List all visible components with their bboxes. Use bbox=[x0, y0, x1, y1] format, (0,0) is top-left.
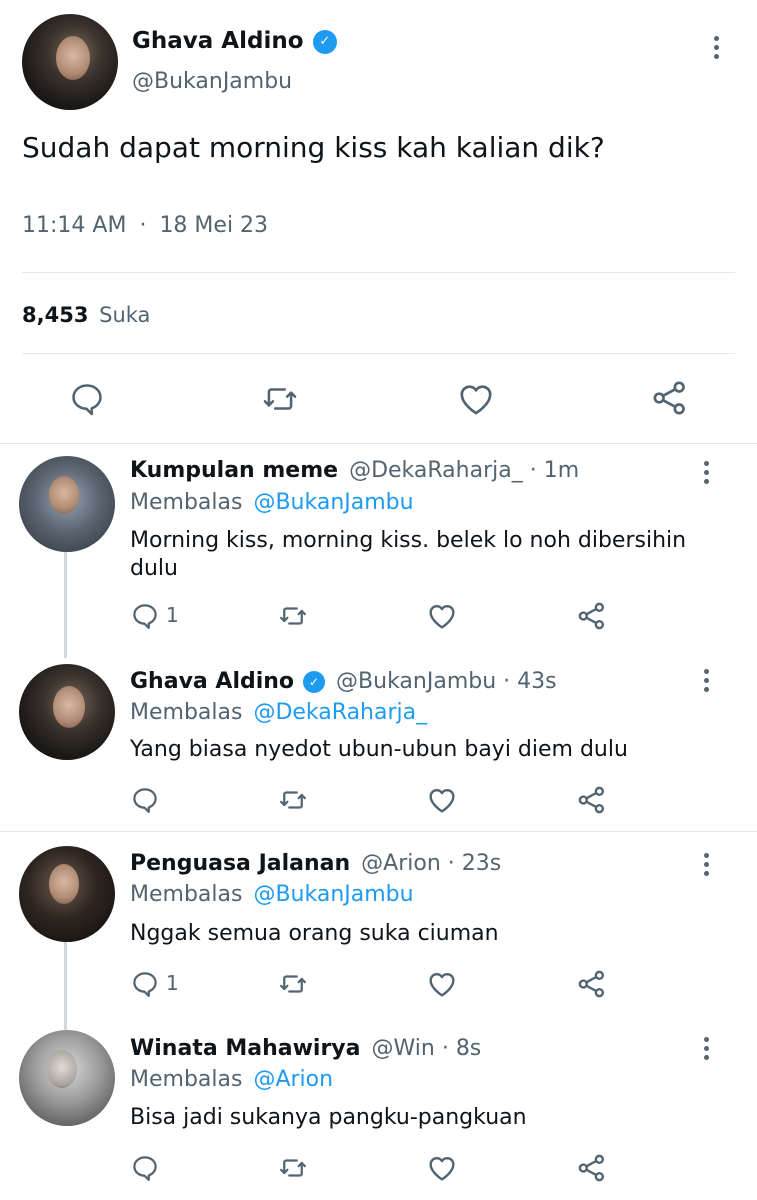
more-options-icon[interactable] bbox=[704, 1037, 710, 1064]
replying-label: Membalas bbox=[130, 490, 243, 515]
replying-to: Membalas @BukanJambu bbox=[130, 880, 414, 910]
more-options-icon[interactable] bbox=[714, 36, 720, 63]
reply-header: Penguasa Jalanan @Arion · 23s bbox=[130, 849, 501, 879]
replying-to: Membalas @BukanJambu bbox=[130, 488, 414, 518]
reply-icon[interactable] bbox=[130, 601, 160, 631]
divider bbox=[0, 443, 757, 444]
reply-author-handle[interactable]: @Win bbox=[371, 1036, 434, 1061]
reply-text: Nggak semua orang suka ciuman bbox=[130, 921, 499, 946]
reply-count: 1 bbox=[166, 603, 179, 627]
reply-author-name[interactable]: Penguasa Jalanan bbox=[130, 851, 350, 876]
share-icon[interactable] bbox=[576, 600, 608, 632]
author-handle[interactable]: @BukanJambu bbox=[132, 68, 292, 96]
share-icon[interactable] bbox=[650, 378, 690, 418]
likes-label: Suka bbox=[99, 303, 151, 327]
separator: · bbox=[139, 213, 147, 238]
retweet-icon[interactable] bbox=[277, 1153, 309, 1183]
more-options-icon[interactable] bbox=[704, 853, 710, 880]
separator: · bbox=[529, 458, 537, 483]
separator: · bbox=[441, 1036, 449, 1061]
reply-age[interactable]: 1m bbox=[544, 458, 579, 483]
share-icon[interactable] bbox=[576, 1152, 608, 1184]
reply-header: Winata Mahawirya @Win · 8s bbox=[130, 1034, 481, 1064]
reply-author-name[interactable]: Winata Mahawirya bbox=[130, 1036, 360, 1061]
reply-icon[interactable] bbox=[130, 969, 160, 999]
like-icon[interactable] bbox=[426, 600, 458, 632]
reply-icon[interactable] bbox=[130, 1153, 160, 1183]
thread-line bbox=[64, 552, 67, 658]
more-options-icon[interactable] bbox=[704, 669, 710, 696]
reply-author-handle[interactable]: @Arion bbox=[361, 851, 441, 876]
reply-icon[interactable] bbox=[68, 380, 106, 418]
avatar[interactable] bbox=[19, 846, 115, 942]
retweet-icon[interactable] bbox=[277, 969, 309, 999]
retweet-icon[interactable] bbox=[260, 380, 300, 418]
verified-badge-icon: ✓ bbox=[303, 671, 326, 693]
author-name[interactable]: Ghava Aldino bbox=[132, 28, 304, 54]
divider bbox=[22, 353, 735, 354]
replying-to-handle[interactable]: @BukanJambu bbox=[253, 882, 413, 907]
avatar[interactable] bbox=[19, 1030, 115, 1126]
reply-count: 1 bbox=[166, 971, 179, 995]
replying-to: Membalas @Arion bbox=[130, 1065, 333, 1095]
separator: · bbox=[447, 851, 455, 876]
tweet-timestamp: 11:14 AM · 18 Mei 23 bbox=[22, 211, 268, 241]
like-icon[interactable] bbox=[426, 784, 458, 816]
retweet-icon[interactable] bbox=[277, 785, 309, 815]
avatar[interactable] bbox=[19, 456, 115, 552]
reply-author-name[interactable]: Kumpulan meme bbox=[130, 458, 338, 483]
like-icon[interactable] bbox=[456, 379, 496, 419]
replying-to-handle[interactable]: @DekaRaharja_ bbox=[253, 700, 427, 725]
like-icon[interactable] bbox=[426, 1152, 458, 1184]
reply-icon[interactable] bbox=[130, 785, 160, 815]
reply-header: Ghava Aldino ✓ @BukanJambu · 43s bbox=[130, 667, 557, 697]
likes-count: 8,453 bbox=[22, 303, 89, 327]
reply-age[interactable]: 8s bbox=[456, 1036, 481, 1061]
likes-stat[interactable]: 8,453 Suka bbox=[22, 300, 150, 330]
reply-author-handle[interactable]: @BukanJambu bbox=[336, 669, 496, 694]
reply-header: Kumpulan meme @DekaRaharja_ · 1m bbox=[130, 456, 579, 486]
divider bbox=[22, 272, 735, 273]
tweet-date[interactable]: 18 Mei 23 bbox=[159, 213, 268, 238]
more-options-icon[interactable] bbox=[704, 461, 710, 488]
avatar[interactable] bbox=[22, 14, 118, 110]
reply-age[interactable]: 43s bbox=[517, 669, 556, 694]
reply-text: Yang biasa nyedot ubun-ubun bayi diem du… bbox=[130, 737, 628, 762]
share-icon[interactable] bbox=[576, 968, 608, 1000]
retweet-icon[interactable] bbox=[277, 601, 309, 631]
verified-badge-icon: ✓ bbox=[312, 29, 337, 54]
replying-label: Membalas bbox=[130, 882, 243, 907]
replying-label: Membalas bbox=[130, 1067, 243, 1092]
share-icon[interactable] bbox=[576, 784, 608, 816]
divider bbox=[0, 831, 757, 832]
reply-text: Morning kiss, morning kiss. belek lo noh… bbox=[130, 528, 687, 581]
reply-age[interactable]: 23s bbox=[462, 851, 501, 876]
thread-line bbox=[64, 942, 67, 1032]
replying-to: Membalas @DekaRaharja_ bbox=[130, 698, 427, 728]
tweet-time[interactable]: 11:14 AM bbox=[22, 213, 126, 238]
reply-author-name[interactable]: Ghava Aldino bbox=[130, 669, 294, 694]
tweet-text: Sudah dapat morning kiss kah kalian dik? bbox=[22, 131, 605, 164]
like-icon[interactable] bbox=[426, 968, 458, 1000]
replying-to-handle[interactable]: @BukanJambu bbox=[253, 490, 413, 515]
separator: · bbox=[503, 669, 511, 694]
replying-label: Membalas bbox=[130, 700, 243, 725]
reply-text: Bisa jadi sukanya pangku-pangkuan bbox=[130, 1105, 527, 1130]
reply-author-handle[interactable]: @DekaRaharja_ bbox=[349, 458, 523, 483]
avatar[interactable] bbox=[19, 664, 115, 760]
replying-to-handle[interactable]: @Arion bbox=[253, 1067, 333, 1092]
